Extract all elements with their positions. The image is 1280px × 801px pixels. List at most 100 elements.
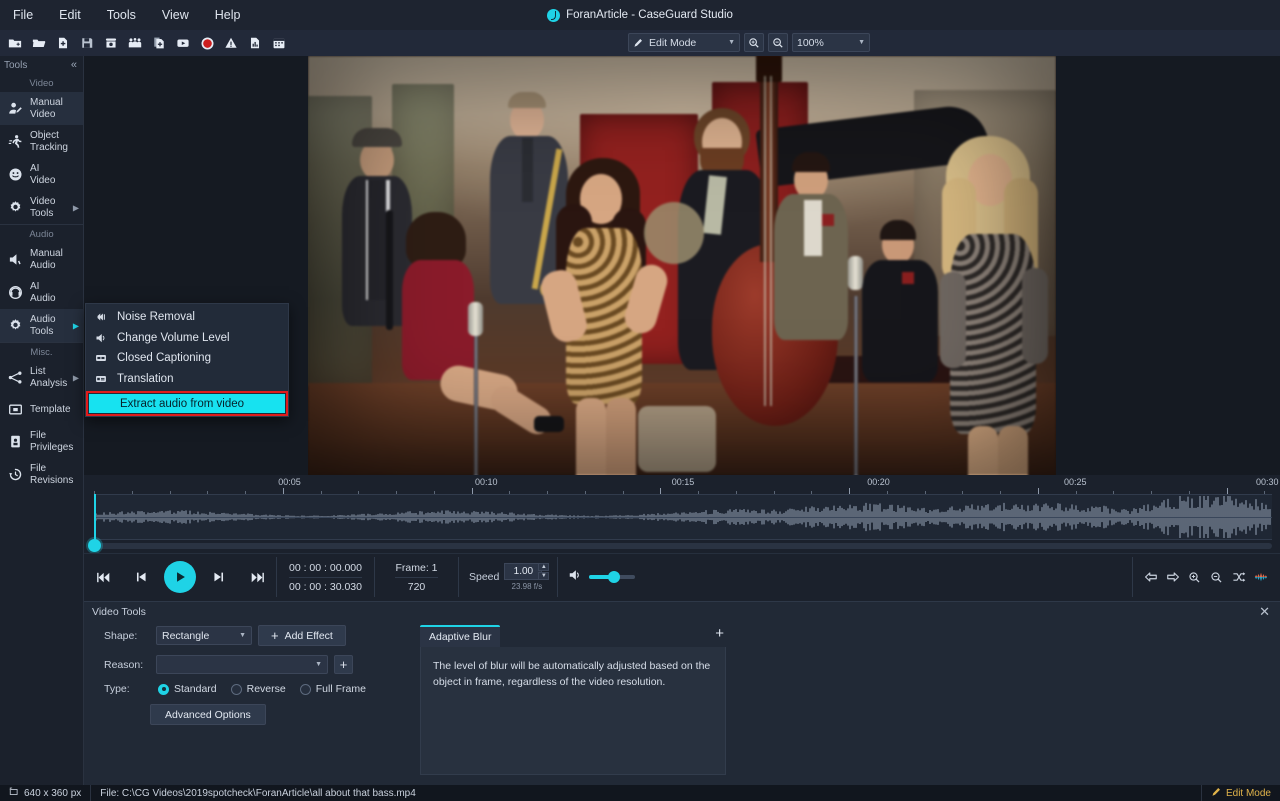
menu-item-view[interactable]: View	[149, 4, 202, 26]
people-icon[interactable]	[123, 32, 147, 54]
speaker-icon	[6, 252, 24, 267]
menu-item-help[interactable]: Help	[202, 4, 254, 26]
zoom-in-button[interactable]	[744, 33, 764, 52]
zoom-in-icon[interactable]	[1185, 566, 1204, 588]
shape-value: Rectangle	[162, 630, 209, 642]
calendar-icon[interactable]	[267, 32, 291, 54]
play-button[interactable]	[164, 561, 196, 593]
smiley-face-icon	[6, 167, 24, 182]
sidebar-item-label: ManualVideo	[30, 97, 63, 120]
zoom-out-button[interactable]	[768, 33, 788, 52]
menu-item-tools[interactable]: Tools	[94, 4, 149, 26]
sidebar-item-manual-audio[interactable]: ManualAudio	[0, 243, 83, 276]
audio-tools-submenu[interactable]: Noise Removal Change Volume Level Closed…	[85, 303, 289, 417]
timeline[interactable]: 00:0500:1000:1500:2000:2500:30	[84, 475, 1280, 553]
edit-mode-dropdown[interactable]: Edit Mode ▼	[628, 33, 740, 52]
sidebar-item-label: FilePrivileges	[30, 430, 73, 453]
sidebar-item-video-tools[interactable]: VideoTools ▶	[0, 191, 83, 224]
menu-item-extract-audio-from-video[interactable]: Extract audio from video	[89, 394, 285, 413]
shape-dropdown[interactable]: Rectangle ▼	[156, 626, 252, 645]
timeline-label: 00:05	[278, 477, 301, 487]
volume-slider[interactable]	[589, 575, 635, 579]
radio-standard[interactable]: Standard	[158, 683, 217, 695]
save-icon[interactable]	[75, 32, 99, 54]
new-file-icon[interactable]	[51, 32, 75, 54]
menu-item-file[interactable]: File	[0, 4, 46, 26]
volume-slider-handle[interactable]	[608, 571, 620, 583]
open-folder-icon[interactable]	[27, 32, 51, 54]
skip-to-start-icon[interactable]	[84, 557, 122, 597]
gear-icon	[6, 318, 24, 333]
speed-input[interactable]: 1.00	[504, 563, 542, 580]
bass-string	[764, 76, 766, 406]
microphone	[468, 302, 483, 336]
chevron-down-icon: ▼	[315, 661, 322, 668]
archive-icon[interactable]	[99, 32, 123, 54]
zoom-level-dropdown[interactable]: 100% ▼	[792, 33, 870, 52]
alert-icon[interactable]	[219, 32, 243, 54]
zoom-level-value: 100%	[797, 37, 824, 49]
close-icon[interactable]: ✕	[1257, 605, 1272, 618]
advanced-options-button[interactable]: Advanced Options	[150, 704, 266, 725]
menu-item-label: Change Volume Level	[117, 332, 230, 344]
arrow-left-icon[interactable]	[1141, 566, 1160, 588]
sidebar-item-file-revisions[interactable]: FileRevisions	[0, 458, 83, 491]
sidebar-item-manual-video[interactable]: ManualVideo	[0, 92, 83, 125]
speed-stepper[interactable]: ▲ ▼	[538, 563, 549, 580]
report-icon[interactable]	[243, 32, 267, 54]
video-frame[interactable]	[308, 56, 1056, 475]
menu-item-edit[interactable]: Edit	[46, 4, 94, 26]
menu-item-noise-removal[interactable]: Noise Removal	[86, 307, 288, 328]
timeline-scrubber-handle[interactable]	[88, 539, 101, 552]
volume-icon[interactable]	[568, 568, 582, 587]
new-project-icon[interactable]	[3, 32, 27, 54]
radio-reverse[interactable]: Reverse	[231, 683, 286, 695]
add-tab-button[interactable]: +	[715, 626, 724, 641]
menu-item-closed-captioning[interactable]: Closed Captioning	[86, 348, 288, 369]
chevron-double-left-icon[interactable]: «	[71, 59, 77, 71]
advanced-options-label: Advanced Options	[165, 709, 251, 721]
sidebar-item-audio-tools[interactable]: AudioTools ▶	[0, 309, 83, 342]
add-effect-label: Add Effect	[285, 630, 333, 642]
menu-item-label: Closed Captioning	[117, 352, 211, 364]
speed-down-arrow[interactable]: ▼	[538, 572, 549, 580]
previous-frame-icon[interactable]	[122, 557, 160, 597]
tab-adaptive-blur[interactable]: Adaptive Blur	[420, 625, 500, 647]
menu-item-change-volume-level[interactable]: Change Volume Level	[86, 328, 288, 349]
transport-controls: 00 : 00 : 00.000 00 : 00 : 30.030 Frame:…	[84, 553, 1280, 600]
sidebar-item-ai-video[interactable]: AIVideo	[0, 158, 83, 191]
menu-item-translation[interactable]: Translation	[86, 369, 288, 390]
copy-file-icon[interactable]	[147, 32, 171, 54]
timeline-ruler[interactable]: 00:0500:1000:1500:2000:2500:30	[94, 477, 1272, 495]
audio-waveform[interactable]	[94, 494, 1272, 540]
conga-drum	[638, 406, 716, 472]
sidebar-item-list-analysis[interactable]: ListAnalysis ▶	[0, 361, 83, 394]
record-icon[interactable]	[195, 32, 219, 54]
sidebar-item-template[interactable]: Template	[0, 394, 83, 425]
waveform-icon[interactable]	[1251, 566, 1270, 588]
arrow-right-icon[interactable]	[1163, 566, 1182, 588]
playhead[interactable]	[94, 494, 96, 540]
next-frame-icon[interactable]	[200, 557, 238, 597]
fit-icon[interactable]	[1229, 566, 1248, 588]
speed-up-arrow[interactable]: ▲	[538, 563, 549, 571]
youtube-icon[interactable]	[171, 32, 195, 54]
zoom-out-icon[interactable]	[1207, 566, 1226, 588]
file-path-text: File: C:\CG Videos\2019spotcheck\ForanAr…	[100, 788, 416, 799]
reason-dropdown[interactable]: ▼	[156, 655, 328, 674]
mic-stand	[854, 296, 858, 475]
sidebar-item-object-tracking[interactable]: ObjectTracking	[0, 125, 83, 158]
chevron-down-icon: ▼	[718, 39, 735, 46]
status-bar: 640 x 360 px File: C:\CG Videos\2019spot…	[0, 785, 1280, 801]
total-time: 00 : 00 : 30.030	[289, 578, 362, 596]
add-reason-button[interactable]: +	[334, 655, 353, 674]
sidebar-section-misc: Misc.	[0, 342, 83, 361]
timeline-label: 00:25	[1064, 477, 1087, 487]
sidebar-item-file-privileges[interactable]: FilePrivileges	[0, 425, 83, 458]
sidebar-item-ai-audio[interactable]: AIAudio	[0, 276, 83, 309]
add-effect-button[interactable]: + Add Effect	[258, 625, 346, 646]
radio-full-frame[interactable]: Full Frame	[300, 683, 366, 695]
speed-label: Speed	[469, 571, 499, 583]
timeline-scrubber-track[interactable]	[92, 543, 1272, 549]
skip-to-end-icon[interactable]	[238, 557, 276, 597]
